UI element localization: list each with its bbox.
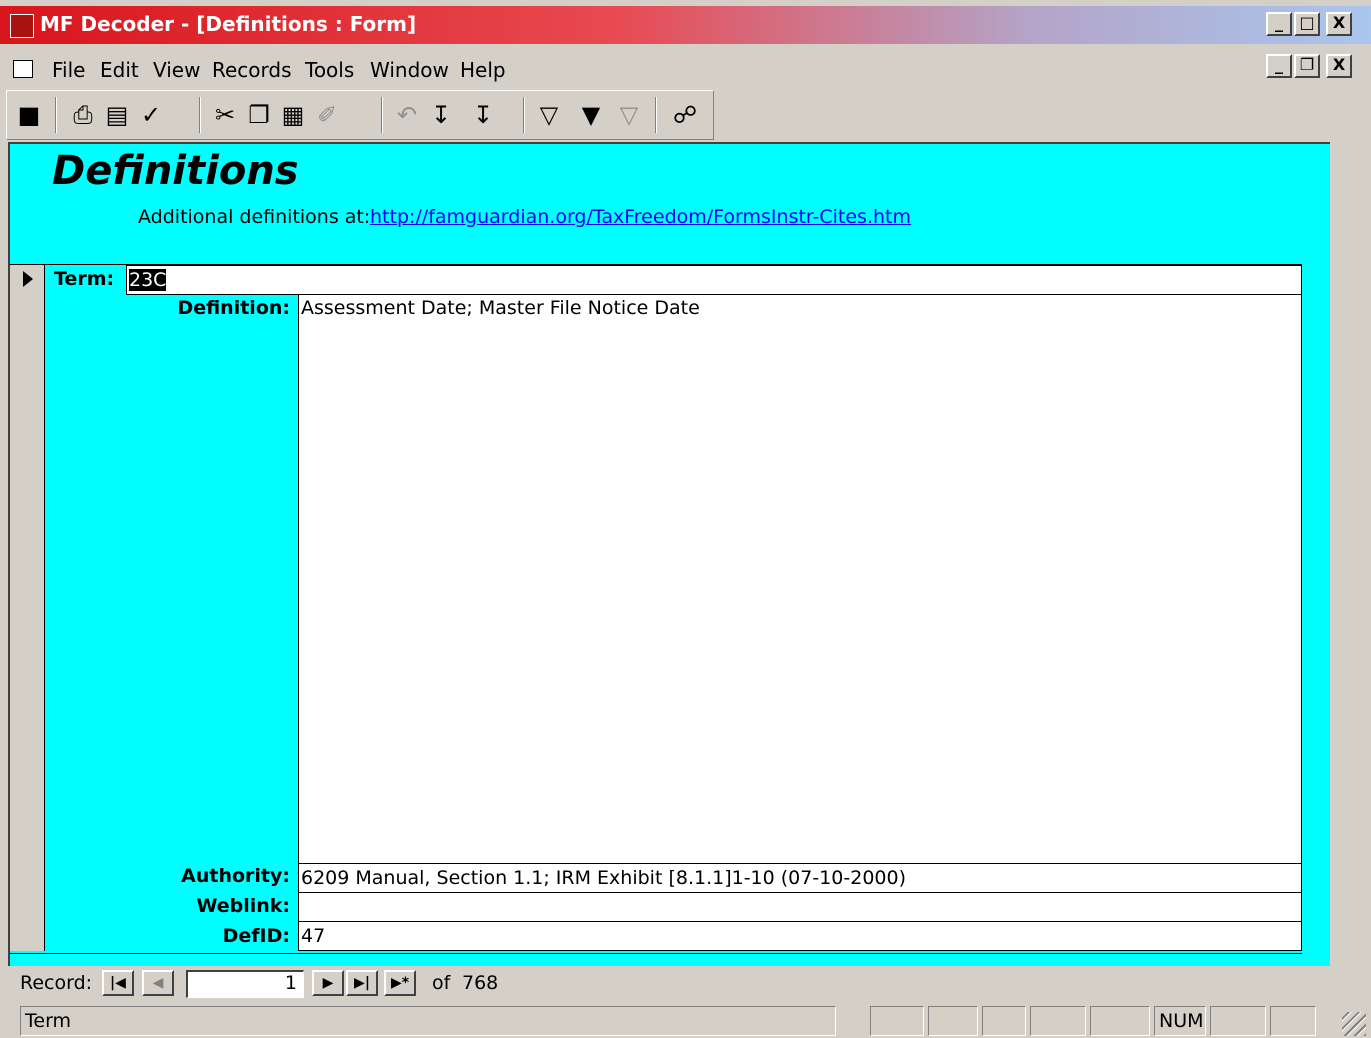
defid-field[interactable]: 47 (298, 921, 1302, 951)
menu-bar: File Edit View Records Tools Window Help… (0, 52, 1371, 86)
doc-close-button[interactable]: X (1326, 54, 1352, 78)
app-minimize-button[interactable]: _ (1266, 12, 1292, 36)
doc-restore-button[interactable]: ❐ (1294, 54, 1320, 78)
term-field[interactable]: 23C (126, 265, 1302, 295)
previous-record-button[interactable]: ◀ (142, 970, 174, 996)
title-bar: MF Decoder - [Definitions : Form] _ □ X (0, 6, 1371, 44)
status-panel (1090, 1006, 1150, 1036)
term-value: 23C (129, 269, 167, 291)
doc-minimize-button[interactable]: _ (1266, 54, 1292, 78)
spelling-icon[interactable]: ✓ (135, 99, 167, 131)
toolbar-separator (523, 97, 525, 133)
sort-descending-icon[interactable]: ↧ (467, 99, 499, 131)
filter-by-form-icon[interactable]: ▼ (575, 99, 607, 131)
resize-grip-icon[interactable] (1342, 1012, 1366, 1036)
defid-label: DefID: (222, 925, 290, 947)
cut-icon[interactable]: ✂ (209, 99, 241, 131)
new-record-button[interactable]: ▶* (384, 970, 416, 996)
menu-file[interactable]: File (52, 58, 85, 82)
status-panel (928, 1006, 978, 1036)
access-key-icon[interactable] (10, 14, 34, 38)
weblink-label: Weblink: (196, 895, 290, 917)
weblink-field[interactable] (298, 892, 1302, 922)
authority-field[interactable]: 6209 Manual, Section 1.1; IRM Exhibit [8… (298, 863, 1302, 893)
status-panel (982, 1006, 1026, 1036)
app-maximize-button[interactable]: □ (1294, 12, 1320, 36)
status-text: Term (20, 1006, 836, 1036)
window-title: MF Decoder - [Definitions : Form] (40, 12, 417, 36)
next-record-button[interactable]: ▶ (312, 970, 344, 996)
last-record-button[interactable]: ▶| (346, 970, 378, 996)
current-record-arrow-icon (23, 271, 33, 287)
form-icon[interactable] (13, 60, 33, 78)
apply-filter-icon[interactable]: ▽ (613, 99, 645, 131)
status-bar: Term NUM (0, 1002, 1371, 1038)
current-record-input[interactable]: 1 (186, 970, 304, 998)
menu-help[interactable]: Help (460, 58, 506, 82)
status-panel (1030, 1006, 1086, 1036)
print-icon[interactable]: ⎙ (67, 99, 99, 131)
record-of-label: of (432, 972, 451, 994)
app-close-button[interactable]: X (1326, 12, 1352, 36)
status-panel (1210, 1006, 1266, 1036)
form-title: Definitions (52, 148, 299, 194)
toolbar-separator (199, 97, 201, 133)
record-label: Record: (20, 972, 93, 994)
toolbar-separator (655, 97, 657, 133)
menu-window[interactable]: Window (370, 58, 449, 82)
find-icon[interactable]: ☍ (669, 99, 701, 131)
undo-icon[interactable]: ↶ (391, 99, 423, 131)
first-record-button[interactable]: |◀ (102, 970, 134, 996)
term-label: Term: (54, 268, 115, 290)
toolbar-separator (381, 97, 383, 133)
save-icon[interactable]: ■ (13, 99, 45, 131)
status-panel (1270, 1006, 1316, 1036)
record-selector[interactable] (10, 265, 45, 951)
record-navigator: Record: |◀ ◀ 1 ▶ ▶| ▶* of 768 (0, 966, 1371, 1002)
menu-view[interactable]: View (153, 58, 200, 82)
authority-label: Authority: (181, 865, 290, 887)
toolbar: ■ ⎙ ▤ ✓ ✂ ❐ ▦ ✐ ↶ ↧ ↧ ▽ ▼ ▽ ☍ (6, 90, 714, 140)
sort-ascending-icon[interactable]: ↧ (425, 99, 457, 131)
copy-icon[interactable]: ❐ (243, 99, 275, 131)
detail-section: Term: 23C Definition: Assessment Date; M… (10, 264, 1302, 954)
menu-edit[interactable]: Edit (100, 58, 139, 82)
print-preview-icon[interactable]: ▤ (101, 99, 133, 131)
additional-definitions-label: Additional definitions at: (138, 206, 371, 228)
form-scroll-gutter (1330, 142, 1371, 966)
num-lock-indicator: NUM (1154, 1006, 1206, 1036)
filter-by-selection-icon[interactable]: ▽ (533, 99, 565, 131)
paste-icon[interactable]: ▦ (277, 99, 309, 131)
status-panel (870, 1006, 924, 1036)
additional-definitions-link[interactable]: http://famguardian.org/TaxFreedom/FormsI… (370, 206, 911, 228)
menu-tools[interactable]: Tools (305, 58, 354, 82)
definition-label: Definition: (177, 297, 290, 319)
form-area: Definitions Additional definitions at: h… (8, 142, 1332, 966)
record-total: 768 (462, 972, 499, 994)
definition-field[interactable]: Assessment Date; Master File Notice Date (298, 294, 1302, 864)
format-painter-icon[interactable]: ✐ (311, 99, 343, 131)
menu-records[interactable]: Records (212, 58, 292, 82)
toolbar-separator (55, 97, 57, 133)
